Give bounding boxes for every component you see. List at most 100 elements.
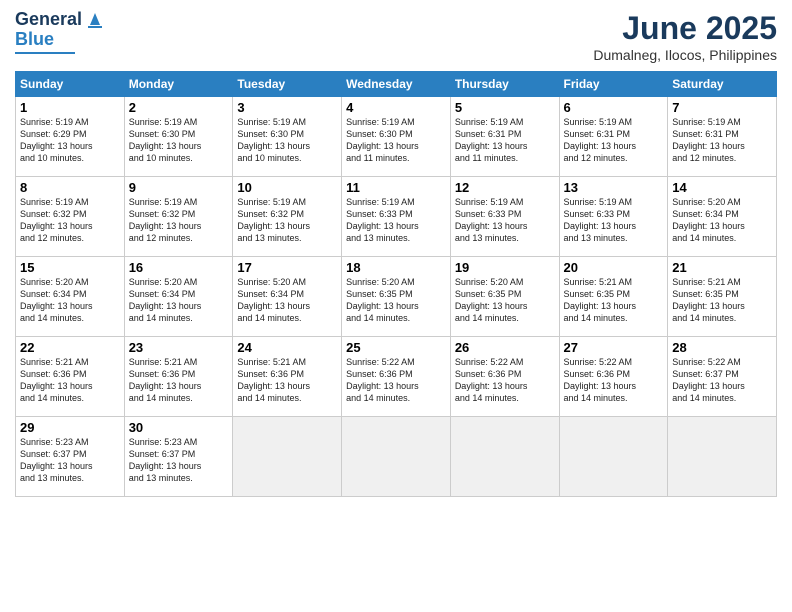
table-row: 27Sunrise: 5:22 AMSunset: 6:36 PMDayligh…: [559, 337, 668, 417]
table-row: 3 Sunrise: 5:19 AMSunset: 6:30 PMDaylight…: [233, 97, 342, 177]
table-row: 26 Sunrise: 5:22 AMSunset: 6:36 PMDayligh…: [450, 337, 559, 417]
table-row: 19 Sunrise: 5:20 AMSunset: 6:35 PMDayligh…: [450, 257, 559, 337]
day-number: 30: [129, 420, 229, 435]
day-number: 22: [20, 340, 120, 355]
cell-info: Sunrise: 5:21 AMSunset: 6:36 PMDaylight:…: [129, 357, 202, 403]
day-number: 25: [346, 340, 446, 355]
col-monday: Monday: [124, 72, 233, 97]
table-row: 5Sunrise: 5:19 AMSunset: 6:31 PMDaylight…: [450, 97, 559, 177]
cell-info: Sunrise: 5:19 AMSunset: 6:33 PMDaylight:…: [455, 197, 528, 243]
cell-info: Sunrise: 5:22 AMSunset: 6:36 PMDaylight:…: [346, 357, 419, 403]
day-number: 24: [237, 340, 337, 355]
day-number: 19: [455, 260, 555, 275]
table-row: 24 Sunrise: 5:21 AMSunset: 6:36 PMDayligh…: [233, 337, 342, 417]
calendar-row: 29 Sunrise: 5:23 AMSunset: 6:37 PMDayligh…: [16, 417, 777, 497]
table-row: 16 Sunrise: 5:20 AMSunset: 6:34 PMDayligh…: [124, 257, 233, 337]
cell-info: Sunrise: 5:19 AMSunset: 6:32 PMDaylight:…: [20, 197, 93, 243]
day-number: 17: [237, 260, 337, 275]
day-number: 14: [672, 180, 772, 195]
cell-info: Sunrise: 5:19 AMSunset: 6:32 PMDaylight:…: [129, 197, 202, 243]
table-row: 8 Sunrise: 5:19 AMSunset: 6:32 PMDaylight…: [16, 177, 125, 257]
day-number: 16: [129, 260, 229, 275]
day-number: 20: [564, 260, 664, 275]
day-number: 2: [129, 100, 229, 115]
table-row: 7 Sunrise: 5:19 AMSunset: 6:31 PMDaylight…: [668, 97, 777, 177]
calendar-table: Sunday Monday Tuesday Wednesday Thursday…: [15, 71, 777, 497]
table-row: 12Sunrise: 5:19 AMSunset: 6:33 PMDayligh…: [450, 177, 559, 257]
table-row: 20 Sunrise: 5:21 AMSunset: 6:35 PMDayligh…: [559, 257, 668, 337]
table-row: [668, 417, 777, 497]
col-wednesday: Wednesday: [342, 72, 451, 97]
day-number: 10: [237, 180, 337, 195]
day-number: 5: [455, 100, 555, 115]
table-row: 28Sunrise: 5:22 AMSunset: 6:37 PMDayligh…: [668, 337, 777, 417]
calendar-row: 1Sunrise: 5:19 AMSunset: 6:29 PMDaylight…: [16, 97, 777, 177]
cell-info: Sunrise: 5:21 AMSunset: 6:35 PMDaylight:…: [672, 277, 745, 323]
calendar-row: 8 Sunrise: 5:19 AMSunset: 6:32 PMDaylight…: [16, 177, 777, 257]
subtitle: Dumalneg, Ilocos, Philippines: [593, 47, 777, 63]
cell-info: Sunrise: 5:19 AMSunset: 6:30 PMDaylight:…: [129, 117, 202, 163]
cell-info: Sunrise: 5:19 AMSunset: 6:33 PMDaylight:…: [346, 197, 419, 243]
table-row: [559, 417, 668, 497]
col-saturday: Saturday: [668, 72, 777, 97]
day-number: 23: [129, 340, 229, 355]
logo-blue: Blue: [15, 30, 54, 50]
cell-info: Sunrise: 5:22 AMSunset: 6:36 PMDaylight:…: [455, 357, 528, 403]
cell-info: Sunrise: 5:23 AMSunset: 6:37 PMDaylight:…: [129, 437, 202, 483]
table-row: 22 Sunrise: 5:21 AMSunset: 6:36 PMDayligh…: [16, 337, 125, 417]
cell-info: Sunrise: 5:19 AMSunset: 6:31 PMDaylight:…: [672, 117, 745, 163]
table-row: 30 Sunrise: 5:23 AMSunset: 6:37 PMDayligh…: [124, 417, 233, 497]
cell-info: Sunrise: 5:21 AMSunset: 6:36 PMDaylight:…: [20, 357, 93, 403]
table-row: 9Sunrise: 5:19 AMSunset: 6:32 PMDaylight…: [124, 177, 233, 257]
table-row: 10 Sunrise: 5:19 AMSunset: 6:32 PMDayligh…: [233, 177, 342, 257]
day-number: 29: [20, 420, 120, 435]
logo: General Blue: [15, 10, 106, 54]
day-number: 8: [20, 180, 120, 195]
table-row: 18Sunrise: 5:20 AMSunset: 6:35 PMDayligh…: [342, 257, 451, 337]
day-number: 11: [346, 180, 446, 195]
cell-info: Sunrise: 5:19 AMSunset: 6:29 PMDaylight:…: [20, 117, 93, 163]
day-number: 21: [672, 260, 772, 275]
col-thursday: Thursday: [450, 72, 559, 97]
cell-info: Sunrise: 5:20 AMSunset: 6:34 PMDaylight:…: [672, 197, 745, 243]
day-number: 26: [455, 340, 555, 355]
day-number: 7: [672, 100, 772, 115]
table-row: 29Sunrise: 5:23 AMSunset: 6:37 PMDayligh…: [16, 417, 125, 497]
header: General Blue June 2025 Dumalneg, Ilocos,…: [15, 10, 777, 63]
table-row: 4 Sunrise: 5:19 AMSunset: 6:30 PMDaylight…: [342, 97, 451, 177]
calendar-row: 22 Sunrise: 5:21 AMSunset: 6:36 PMDayligh…: [16, 337, 777, 417]
logo-icon: [84, 7, 106, 29]
cell-info: Sunrise: 5:20 AMSunset: 6:34 PMDaylight:…: [237, 277, 310, 323]
cell-info: Sunrise: 5:19 AMSunset: 6:30 PMDaylight:…: [237, 117, 310, 163]
table-row: 11 Sunrise: 5:19 AMSunset: 6:33 PMDayligh…: [342, 177, 451, 257]
day-number: 13: [564, 180, 664, 195]
cell-info: Sunrise: 5:19 AMSunset: 6:33 PMDaylight:…: [564, 197, 637, 243]
day-number: 4: [346, 100, 446, 115]
col-tuesday: Tuesday: [233, 72, 342, 97]
table-row: 21 Sunrise: 5:21 AMSunset: 6:35 PMDayligh…: [668, 257, 777, 337]
cell-info: Sunrise: 5:19 AMSunset: 6:30 PMDaylight:…: [346, 117, 419, 163]
cell-info: Sunrise: 5:20 AMSunset: 6:34 PMDaylight:…: [20, 277, 93, 323]
cell-info: Sunrise: 5:19 AMSunset: 6:32 PMDaylight:…: [237, 197, 310, 243]
logo-text: General: [15, 10, 82, 30]
title-area: June 2025 Dumalneg, Ilocos, Philippines: [593, 10, 777, 63]
main-container: General Blue June 2025 Dumalneg, Ilocos,…: [0, 0, 792, 612]
col-friday: Friday: [559, 72, 668, 97]
day-number: 18: [346, 260, 446, 275]
day-number: 27: [564, 340, 664, 355]
table-row: 25 Sunrise: 5:22 AMSunset: 6:36 PMDayligh…: [342, 337, 451, 417]
cell-info: Sunrise: 5:20 AMSunset: 6:35 PMDaylight:…: [455, 277, 528, 323]
table-row: 1Sunrise: 5:19 AMSunset: 6:29 PMDaylight…: [16, 97, 125, 177]
logo-line: [15, 52, 75, 54]
day-number: 15: [20, 260, 120, 275]
cell-info: Sunrise: 5:21 AMSunset: 6:35 PMDaylight:…: [564, 277, 637, 323]
day-number: 28: [672, 340, 772, 355]
day-number: 6: [564, 100, 664, 115]
table-row: 14 Sunrise: 5:20 AMSunset: 6:34 PMDayligh…: [668, 177, 777, 257]
cell-info: Sunrise: 5:20 AMSunset: 6:34 PMDaylight:…: [129, 277, 202, 323]
day-number: 3: [237, 100, 337, 115]
cell-info: Sunrise: 5:21 AMSunset: 6:36 PMDaylight:…: [237, 357, 310, 403]
month-title: June 2025: [593, 10, 777, 47]
table-row: 15 Sunrise: 5:20 AMSunset: 6:34 PMDayligh…: [16, 257, 125, 337]
table-row: [342, 417, 451, 497]
